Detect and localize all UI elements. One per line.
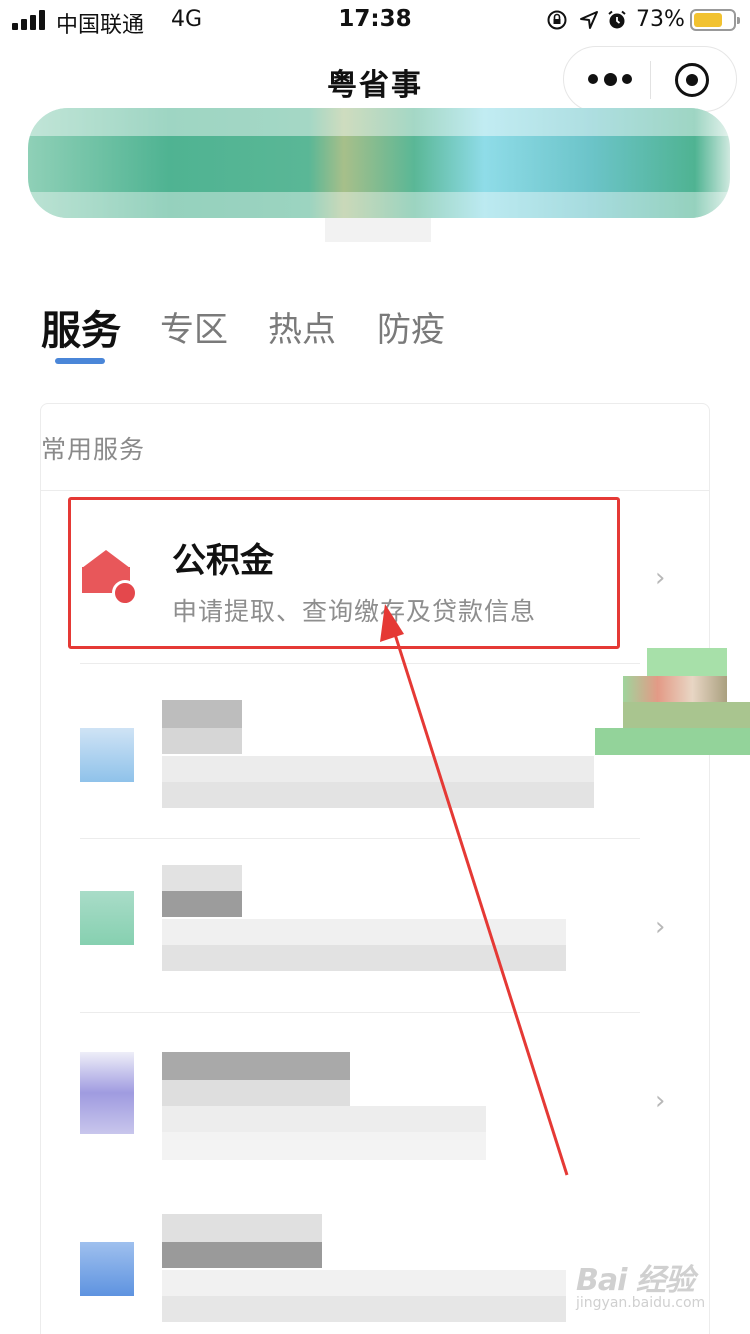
watermark-logo: Bai 经验 jingyan.baidu.com <box>576 1263 706 1311</box>
annotation-arrow <box>380 604 569 1176</box>
